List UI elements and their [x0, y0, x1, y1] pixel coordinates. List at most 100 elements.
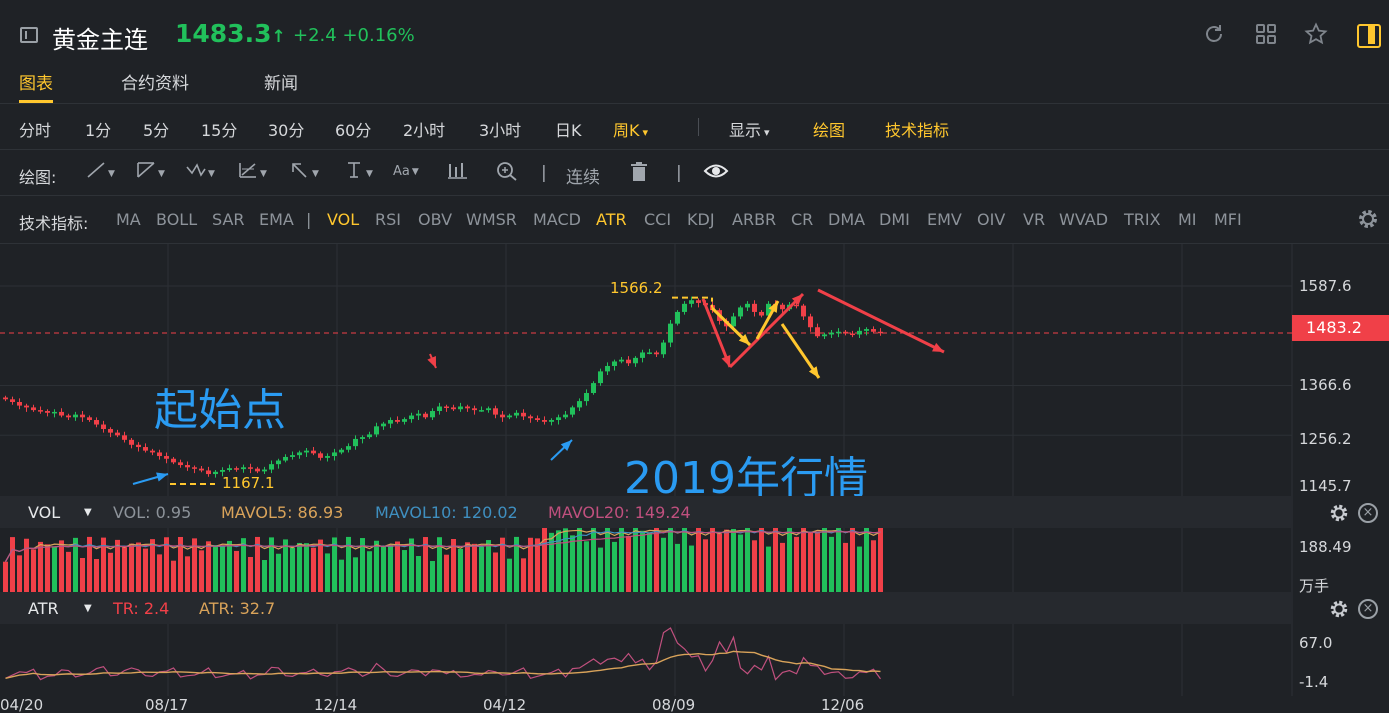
text-tool-icon[interactable]: ▼: [344, 161, 373, 184]
indicator-ma[interactable]: MA: [116, 210, 141, 229]
star-icon[interactable]: [1304, 22, 1328, 46]
indicator-wvad[interactable]: WVAD: [1059, 210, 1108, 229]
indicator-mi[interactable]: MI: [1178, 210, 1197, 229]
continuous-toggle[interactable]: 连续: [566, 163, 600, 188]
vol-axis-label: 188.49: [1299, 538, 1352, 556]
panel-toggle-icon[interactable]: [1355, 22, 1381, 48]
period-5m[interactable]: 5分: [143, 117, 169, 141]
indicator-dmi[interactable]: DMI: [879, 210, 910, 229]
indicator-emv[interactable]: EMV: [927, 210, 962, 229]
indicator-cci[interactable]: CCI: [644, 210, 671, 229]
eye-icon[interactable]: [703, 161, 729, 186]
indicator-oiv[interactable]: OIV: [977, 210, 1005, 229]
period-2h[interactable]: 2小时: [403, 117, 445, 141]
tab-contract-info[interactable]: 合约资料: [121, 69, 189, 94]
period-30m[interactable]: 30分: [268, 117, 304, 141]
atr-axis-label: 67.0: [1299, 634, 1333, 652]
indicator-cr[interactable]: CR: [791, 210, 813, 229]
fib-tool-icon[interactable]: ▼: [238, 161, 267, 184]
chart-area[interactable]: 1587.6 1366.6 1256.2 1145.7 1483.2 1566.…: [0, 244, 1389, 713]
atr-settings-gear-icon[interactable]: [1328, 598, 1350, 620]
indicator-kdj[interactable]: KDJ: [687, 210, 715, 229]
instrument-icon[interactable]: [20, 27, 38, 43]
candle-body: [836, 331, 841, 334]
bars-tool-icon[interactable]: [447, 161, 469, 184]
period-tick[interactable]: 分时: [19, 117, 51, 141]
indicator-obv[interactable]: OBV: [418, 210, 452, 229]
tab-news[interactable]: 新闻: [264, 69, 298, 94]
indicator-trix[interactable]: TRIX: [1124, 210, 1161, 229]
candle-body: [80, 414, 85, 418]
period-1m[interactable]: 1分: [85, 117, 111, 141]
tab-chart[interactable]: 图表: [19, 69, 53, 103]
vol-axis-unit: 万手: [1299, 577, 1330, 595]
candle-body: [45, 411, 50, 413]
candle-body: [38, 410, 43, 412]
indicator-wmsr[interactable]: WMSR: [466, 210, 517, 229]
trash-icon[interactable]: [629, 161, 649, 188]
candle-body: [178, 462, 183, 466]
gear-icon[interactable]: [1356, 207, 1380, 231]
volume-bar: [66, 551, 71, 592]
indicator-vol[interactable]: VOL: [327, 210, 359, 229]
indicator-divider: |: [306, 210, 312, 229]
period-60m[interactable]: 60分: [335, 117, 371, 141]
indicator-vr[interactable]: VR: [1023, 210, 1045, 229]
period-15m[interactable]: 15分: [201, 117, 237, 141]
volume-bar: [521, 558, 526, 592]
candle-body: [619, 359, 624, 362]
chevron-down-icon[interactable]: ▼: [84, 603, 92, 614]
indicator-rsi[interactable]: RSI: [375, 210, 401, 229]
tech-indicators-button[interactable]: 技术指标: [885, 117, 949, 141]
up-arrow-icon: ↑: [271, 27, 286, 47]
draw-button[interactable]: 绘图: [813, 117, 845, 141]
candle-body: [423, 413, 428, 418]
display-menu[interactable]: 显示 ▾: [729, 117, 770, 141]
volume-bar: [234, 550, 239, 592]
date-label: 12/06: [821, 696, 865, 713]
indicator-ema[interactable]: EMA: [259, 210, 294, 229]
atr-close-icon[interactable]: ×: [1358, 599, 1378, 619]
line-tool-icon[interactable]: ▼: [86, 161, 115, 184]
divider: |: [676, 163, 682, 183]
vol-pane-name[interactable]: VOL: [28, 503, 60, 522]
period-week[interactable]: 周K ▾: [613, 117, 648, 141]
grid-icon[interactable]: [1254, 22, 1278, 46]
drawing-toolbar: 绘图: ▼ ▼ ▼ ▼ ▼ ▼ Aa ▼ | 连续 |: [0, 150, 1389, 196]
candle-body: [157, 452, 162, 457]
indicator-macd[interactable]: MACD: [533, 210, 581, 229]
indicator-dma[interactable]: DMA: [828, 210, 865, 229]
candle-body: [374, 426, 379, 435]
zoom-tool-icon[interactable]: [496, 161, 518, 186]
volume-bar: [115, 539, 120, 592]
volume-bar: [682, 523, 687, 592]
arrow-tool-icon[interactable]: ▼: [290, 161, 319, 184]
candle-body: [444, 406, 449, 409]
font-tool-icon[interactable]: Aa ▼: [393, 164, 419, 179]
volume-bar: [591, 523, 596, 592]
indicator-label: 技术指标:: [19, 214, 89, 233]
candle-body: [409, 415, 414, 420]
indicator-boll[interactable]: BOLL: [156, 210, 197, 229]
wave-tool-icon[interactable]: ▼: [186, 161, 215, 184]
vol-close-icon[interactable]: ×: [1358, 503, 1378, 523]
volume-bar: [479, 546, 484, 592]
chevron-down-icon[interactable]: ▼: [84, 507, 92, 518]
candle-body: [227, 468, 232, 471]
refresh-icon[interactable]: [1202, 22, 1226, 46]
volume-bar: [815, 531, 820, 592]
candle-body: [332, 452, 337, 457]
indicator-sar[interactable]: SAR: [212, 210, 245, 229]
volume-bar: [311, 547, 316, 592]
indicator-arbr[interactable]: ARBR: [732, 210, 776, 229]
atr-pane-name[interactable]: ATR: [28, 599, 59, 618]
channel-tool-icon[interactable]: ▼: [136, 161, 165, 184]
candle-body: [808, 316, 813, 328]
vol-settings-gear-icon[interactable]: [1328, 502, 1350, 524]
period-day[interactable]: 日K: [555, 117, 582, 141]
indicator-mfi[interactable]: MFI: [1214, 210, 1242, 229]
volume-bar: [619, 524, 624, 592]
candle-body: [388, 420, 393, 424]
indicator-atr[interactable]: ATR: [596, 210, 627, 229]
period-3h[interactable]: 3小时: [479, 117, 521, 141]
